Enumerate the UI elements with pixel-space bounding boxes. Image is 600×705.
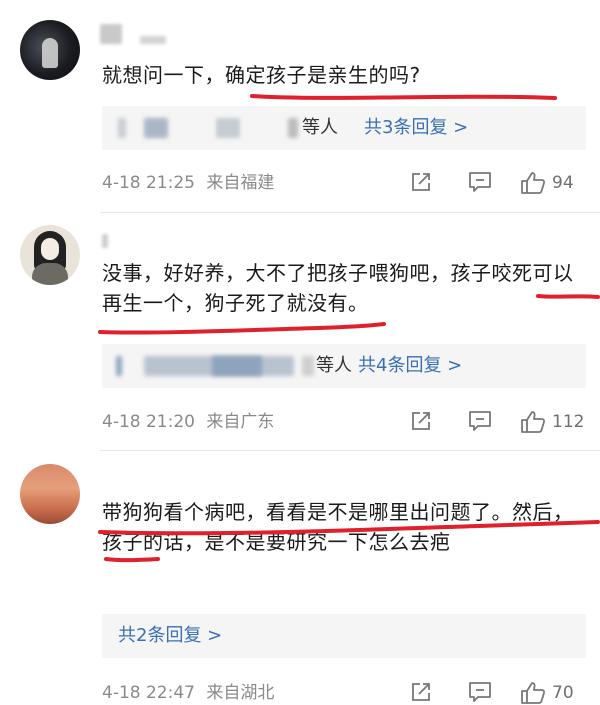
share-icon[interactable]: [410, 171, 432, 193]
share-icon[interactable]: [410, 410, 432, 432]
comment-item: 带狗狗看个病吧，看看是不是哪里出问题了。然后，孩子的话，是不是要研究一下怎么去疤…: [0, 450, 600, 705]
like-icon[interactable]: [520, 681, 546, 705]
like-count: 94: [552, 173, 574, 193]
comment-icon[interactable]: [468, 171, 492, 193]
comment-text: 没事，好好养，大不了把孩子喂狗吧，孩子咬死可以再生一个，狗子死了就没有。: [102, 261, 574, 315]
like-icon[interactable]: [520, 410, 546, 434]
comment-icon[interactable]: [468, 681, 492, 703]
view-replies-link[interactable]: 共3条回复 >: [364, 106, 468, 150]
comment-time: 4-18 21:20: [102, 412, 195, 432]
avatar[interactable]: [20, 464, 80, 524]
comment-item: 没事，好好养，大不了把孩子喂狗吧，孩子咬死可以再生一个，狗子死了就没有。 等人 …: [0, 212, 600, 450]
red-underline: [250, 94, 557, 100]
comment-location: 来自湖北: [206, 683, 275, 703]
avatar[interactable]: [20, 225, 80, 285]
comment-location: 来自福建: [206, 173, 275, 193]
view-replies-link[interactable]: 共4条回复 >: [358, 344, 462, 388]
comment-time: 4-18 21:25: [102, 173, 195, 193]
comment-actions: 112: [410, 409, 590, 435]
username-blurred[interactable]: [100, 24, 122, 44]
comment-text: 就想问一下，确定孩子是亲生的吗?: [102, 63, 421, 87]
username-blurred[interactable]: [140, 36, 166, 44]
username-blurred[interactable]: [102, 234, 108, 248]
comment-text: 带狗狗看个病吧，看看是不是哪里出问题了。然后，孩子的话，是不是要研究一下怎么去疤: [102, 500, 574, 554]
reply-users-suffix: 等人: [316, 355, 352, 376]
comment-item: 就想问一下，确定孩子是亲生的吗? 等人 共3条回复 > 4-18 21:25 来…: [0, 0, 600, 212]
red-underline: [98, 322, 386, 335]
reply-preview[interactable]: 等人 共4条回复 >: [102, 344, 586, 388]
like-count: 112: [552, 412, 585, 432]
comment-meta: 4-18 21:20 来自广东: [102, 411, 274, 433]
avatar[interactable]: [20, 20, 80, 80]
comment-time: 4-18 22:47: [102, 683, 195, 703]
view-replies-link[interactable]: 共2条回复 >: [118, 614, 222, 658]
comment-meta: 4-18 22:47 来自湖北: [102, 682, 274, 704]
reply-preview[interactable]: 等人 共3条回复 >: [102, 106, 586, 150]
comment-location: 来自广东: [206, 412, 275, 432]
comment-actions: 94: [410, 170, 590, 196]
comment-icon[interactable]: [468, 410, 492, 432]
comment-actions: 70: [410, 680, 590, 705]
share-icon[interactable]: [410, 681, 432, 703]
like-count: 70: [552, 683, 574, 703]
reply-users-suffix: 等人: [302, 117, 338, 138]
comment-meta: 4-18 21:25 来自福建: [102, 172, 274, 194]
like-icon[interactable]: [520, 171, 546, 195]
reply-preview[interactable]: 共2条回复 >: [102, 614, 586, 658]
